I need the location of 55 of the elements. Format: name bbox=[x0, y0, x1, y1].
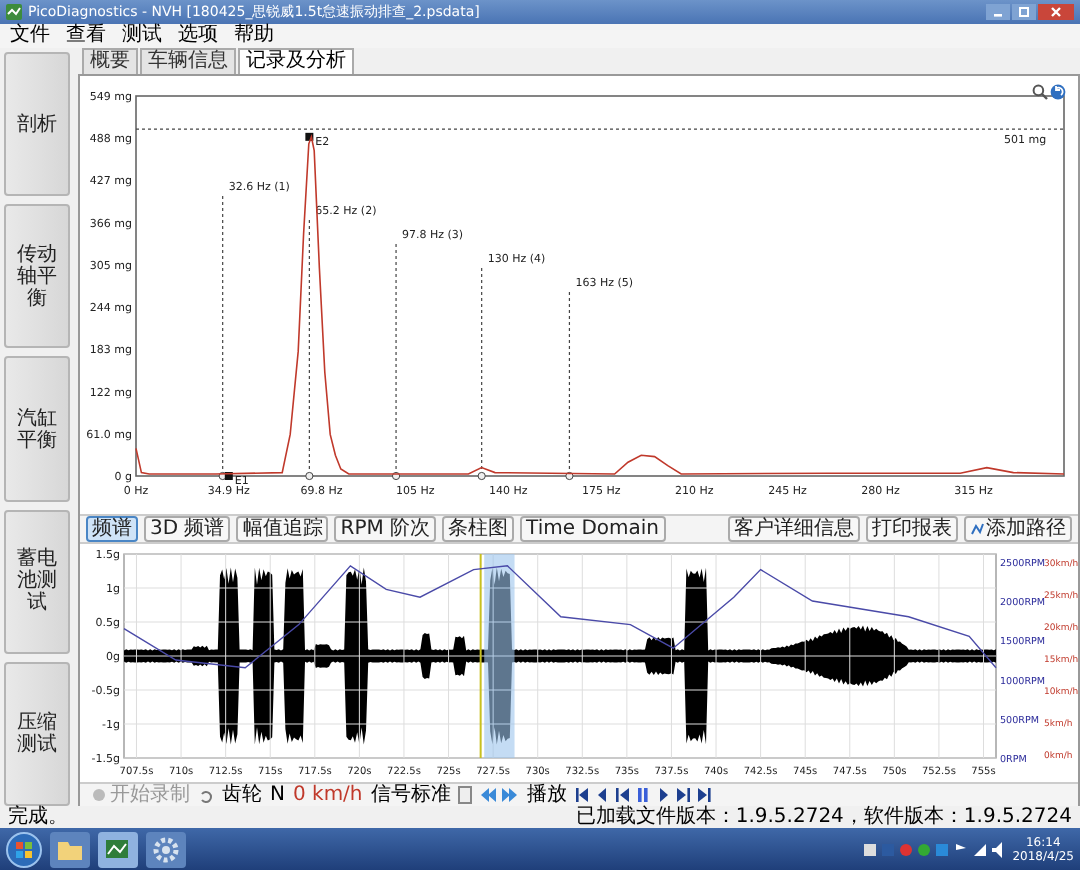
sidebar-button[interactable]: 蓄电池测试 bbox=[4, 509, 70, 654]
menu-item[interactable]: 选项 bbox=[178, 24, 218, 48]
view-button[interactable]: 条柱图 bbox=[442, 516, 515, 542]
view-button[interactable]: 3D 频谱 bbox=[144, 516, 231, 542]
tab[interactable]: 概要 bbox=[82, 48, 138, 74]
loop-icon[interactable] bbox=[198, 787, 214, 803]
tab[interactable]: 车辆信息 bbox=[140, 48, 236, 74]
marker-handle bbox=[305, 471, 314, 481]
zoom-icon[interactable] bbox=[1032, 84, 1048, 100]
playback-label: 播放 bbox=[526, 784, 567, 806]
menu-item[interactable]: 测试 bbox=[122, 24, 162, 48]
tab[interactable]: 记录及分析 bbox=[238, 48, 354, 74]
sidebar-button[interactable]: 压缩测试 bbox=[4, 661, 70, 807]
sidebar-button[interactable]: 传动轴平衡 bbox=[4, 204, 70, 349]
app-window-icon[interactable] bbox=[98, 831, 138, 867]
gear-value: N bbox=[270, 784, 285, 806]
view-button[interactable]: Time Domain bbox=[520, 516, 666, 542]
frame-forward-icon[interactable] bbox=[674, 786, 693, 804]
signal-label: 信号标准 bbox=[370, 784, 451, 806]
close-button[interactable] bbox=[1038, 4, 1074, 20]
status-message: 完成。 bbox=[8, 806, 68, 828]
pause-icon[interactable] bbox=[634, 786, 653, 804]
sidebar-button[interactable]: 剖析 bbox=[4, 52, 70, 197]
record-icon bbox=[92, 788, 106, 802]
gear-label: 齿轮 bbox=[222, 784, 262, 806]
view-button[interactable]: 幅值追踪 bbox=[236, 516, 329, 542]
action-button[interactable]: 添加路径 bbox=[964, 516, 1072, 542]
view-button[interactable]: 频谱 bbox=[86, 516, 138, 542]
route-icon bbox=[970, 522, 984, 536]
undo-icon[interactable] bbox=[1050, 84, 1066, 100]
document-icon[interactable] bbox=[458, 786, 473, 804]
menu-item[interactable]: 帮助 bbox=[234, 24, 274, 48]
marker-handle bbox=[565, 471, 574, 481]
marker-handle bbox=[391, 471, 401, 481]
app-icon bbox=[6, 4, 22, 20]
menu-item[interactable]: 文件 bbox=[10, 24, 50, 48]
gear-icon[interactable] bbox=[146, 831, 186, 867]
minimize-button[interactable] bbox=[986, 4, 1010, 20]
maximize-button[interactable] bbox=[1012, 4, 1036, 20]
skip-end-icon[interactable] bbox=[694, 786, 713, 804]
action-button[interactable]: 打印报表 bbox=[866, 516, 958, 542]
folder-icon[interactable] bbox=[50, 831, 90, 867]
frame-back-icon[interactable] bbox=[614, 786, 633, 804]
view-button[interactable]: RPM 阶次 bbox=[334, 516, 437, 542]
speed-value: 0 km/h bbox=[292, 784, 363, 806]
marker-handle bbox=[477, 471, 486, 481]
menu-item[interactable]: 查看 bbox=[66, 24, 106, 48]
skip-start-icon[interactable] bbox=[574, 786, 593, 804]
action-button[interactable]: 客户详细信息 bbox=[728, 516, 860, 542]
start-button[interactable] bbox=[6, 831, 42, 867]
version-info: 已加载文件版本：1.9.5.2724，软件版本：1.9.5.2724 bbox=[575, 806, 1072, 828]
sidebar-button[interactable]: 汽缸平衡 bbox=[4, 356, 70, 502]
cursor-marker bbox=[224, 472, 233, 480]
cursor-marker bbox=[305, 132, 314, 141]
tray-icons[interactable] bbox=[864, 839, 1005, 859]
